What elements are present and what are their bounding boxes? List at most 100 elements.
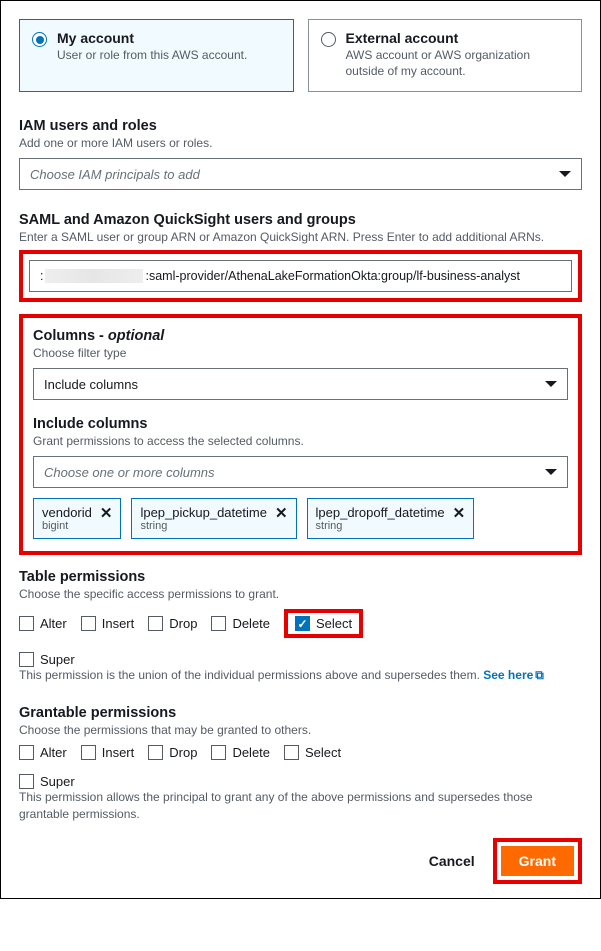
tperm-drop[interactable]: Drop: [148, 616, 197, 631]
my-account-card[interactable]: My account User or role from this AWS ac…: [19, 19, 294, 92]
radio-unchecked-icon: [321, 32, 336, 47]
checkbox-checked-icon: [295, 616, 310, 631]
checkbox-icon: [81, 745, 96, 760]
iam-placeholder: Choose IAM principals to add: [30, 167, 200, 182]
checkbox-icon: [211, 745, 226, 760]
include-columns-title: Include columns: [33, 416, 568, 432]
gperm-select-label: Select: [305, 745, 341, 760]
external-account-sub: AWS account or AWS organization outside …: [346, 48, 570, 79]
tperm-row: Alter Insert Drop Delete Select: [19, 609, 582, 638]
grant-highlight: Grant: [493, 838, 582, 884]
column-chip: vendorid bigint ✕: [33, 498, 121, 539]
external-account-card[interactable]: External account AWS account or AWS orga…: [308, 19, 583, 92]
arn-suffix: :saml-provider/AthenaLakeFormationOkta:g…: [145, 269, 519, 283]
checkbox-icon: [19, 616, 34, 631]
tperm-alter[interactable]: Alter: [19, 616, 67, 631]
my-account-title: My account: [57, 30, 247, 46]
columns-filter-select[interactable]: Include columns: [33, 368, 568, 400]
redacted-account-icon: [45, 269, 143, 283]
gperm-drop[interactable]: Drop: [148, 745, 197, 760]
my-account-sub: User or role from this AWS account.: [57, 48, 247, 64]
tperm-super-block: Super This permission is the union of th…: [19, 652, 582, 683]
iam-principals-select[interactable]: Choose IAM principals to add: [19, 158, 582, 190]
tperm-insert[interactable]: Insert: [81, 616, 135, 631]
tperm-super-note: This permission is the union of the indi…: [19, 667, 582, 683]
my-account-text: My account User or role from this AWS ac…: [57, 30, 247, 79]
tperm-delete-label: Delete: [232, 616, 270, 631]
gperm-delete-label: Delete: [232, 745, 270, 760]
gperm-super[interactable]: Super: [19, 774, 582, 789]
see-here-label: See here: [483, 668, 533, 682]
tperm-super-label: Super: [40, 652, 75, 667]
include-columns-select[interactable]: Choose one or more columns: [33, 456, 568, 488]
checkbox-icon: [81, 616, 96, 631]
gperm-super-label: Super: [40, 774, 75, 789]
tperm-title: Table permissions: [19, 569, 582, 585]
tperm-delete[interactable]: Delete: [211, 616, 270, 631]
gperm-sub: Choose the permissions that may be grant…: [19, 723, 582, 737]
column-chip: lpep_pickup_datetime string ✕: [131, 498, 296, 539]
checkbox-icon: [148, 616, 163, 631]
saml-highlight: : :saml-provider/AthenaLakeFormationOkta…: [19, 250, 582, 302]
iam-sub: Add one or more IAM users or roles.: [19, 136, 582, 150]
gperm-alter-label: Alter: [40, 745, 67, 760]
saml-title: SAML and Amazon QuickSight users and gro…: [19, 212, 582, 228]
close-icon[interactable]: ✕: [453, 506, 466, 521]
column-chip-name: lpep_pickup_datetime: [140, 505, 266, 520]
checkbox-icon: [211, 616, 226, 631]
tperm-select-label: Select: [316, 616, 352, 631]
tperm-super-note-text: This permission is the union of the indi…: [19, 668, 483, 682]
gperm-insert[interactable]: Insert: [81, 745, 135, 760]
checkbox-icon: [284, 745, 299, 760]
grant-button[interactable]: Grant: [501, 846, 574, 876]
external-account-title: External account: [346, 30, 570, 46]
saml-sub: Enter a SAML user or group ARN or Amazon…: [19, 230, 582, 244]
radio-checked-icon: [32, 32, 47, 47]
gperm-super-note: This permission allows the principal to …: [19, 789, 582, 821]
columns-title-a: Columns -: [33, 328, 108, 344]
columns-sub: Choose filter type: [33, 346, 568, 360]
checkbox-icon: [19, 745, 34, 760]
saml-arn-value: : :saml-provider/AthenaLakeFormationOkta…: [40, 269, 561, 283]
tperm-super[interactable]: Super: [19, 652, 582, 667]
saml-section: SAML and Amazon QuickSight users and gro…: [19, 212, 582, 302]
checkbox-icon: [19, 774, 34, 789]
gperm-insert-label: Insert: [102, 745, 135, 760]
see-here-link[interactable]: See here⧉: [483, 668, 544, 682]
footer-actions: Cancel Grant: [19, 838, 582, 884]
grantable-permissions-section: Grantable permissions Choose the permiss…: [19, 705, 582, 821]
grant-permissions-form: My account User or role from this AWS ac…: [0, 0, 601, 899]
tperm-alter-label: Alter: [40, 616, 67, 631]
tperm-insert-label: Insert: [102, 616, 135, 631]
columns-highlight: Columns - optional Choose filter type In…: [19, 314, 582, 555]
column-chip-type: string: [140, 520, 266, 532]
checkbox-icon: [19, 652, 34, 667]
cancel-button[interactable]: Cancel: [429, 853, 475, 869]
external-link-icon: ⧉: [535, 668, 544, 682]
saml-arn-input[interactable]: : :saml-provider/AthenaLakeFormationOkta…: [29, 260, 572, 292]
include-columns-placeholder: Choose one or more columns: [44, 465, 215, 480]
tperm-select-highlight: Select: [284, 609, 363, 638]
column-chip-name: vendorid: [42, 505, 92, 520]
external-account-text: External account AWS account or AWS orga…: [346, 30, 570, 79]
column-chip: lpep_dropoff_datetime string ✕: [307, 498, 475, 539]
iam-title: IAM users and roles: [19, 118, 582, 134]
checkbox-icon: [148, 745, 163, 760]
gperm-select[interactable]: Select: [284, 745, 341, 760]
gperm-delete[interactable]: Delete: [211, 745, 270, 760]
columns-title: Columns - optional: [33, 328, 568, 344]
gperm-title: Grantable permissions: [19, 705, 582, 721]
gperm-alter[interactable]: Alter: [19, 745, 67, 760]
iam-section: IAM users and roles Add one or more IAM …: [19, 118, 582, 190]
gperm-drop-label: Drop: [169, 745, 197, 760]
include-columns-sub: Grant permissions to access the selected…: [33, 434, 568, 448]
tperm-select[interactable]: Select: [295, 616, 352, 631]
close-icon[interactable]: ✕: [100, 506, 113, 521]
gperm-super-block: Super This permission allows the princip…: [19, 774, 582, 821]
columns-title-b: optional: [108, 328, 164, 344]
column-chip-type: string: [316, 520, 445, 532]
close-icon[interactable]: ✕: [275, 506, 288, 521]
account-type-row: My account User or role from this AWS ac…: [19, 19, 582, 92]
column-chip-type: bigint: [42, 520, 92, 532]
gperm-row: Alter Insert Drop Delete Select: [19, 745, 582, 760]
